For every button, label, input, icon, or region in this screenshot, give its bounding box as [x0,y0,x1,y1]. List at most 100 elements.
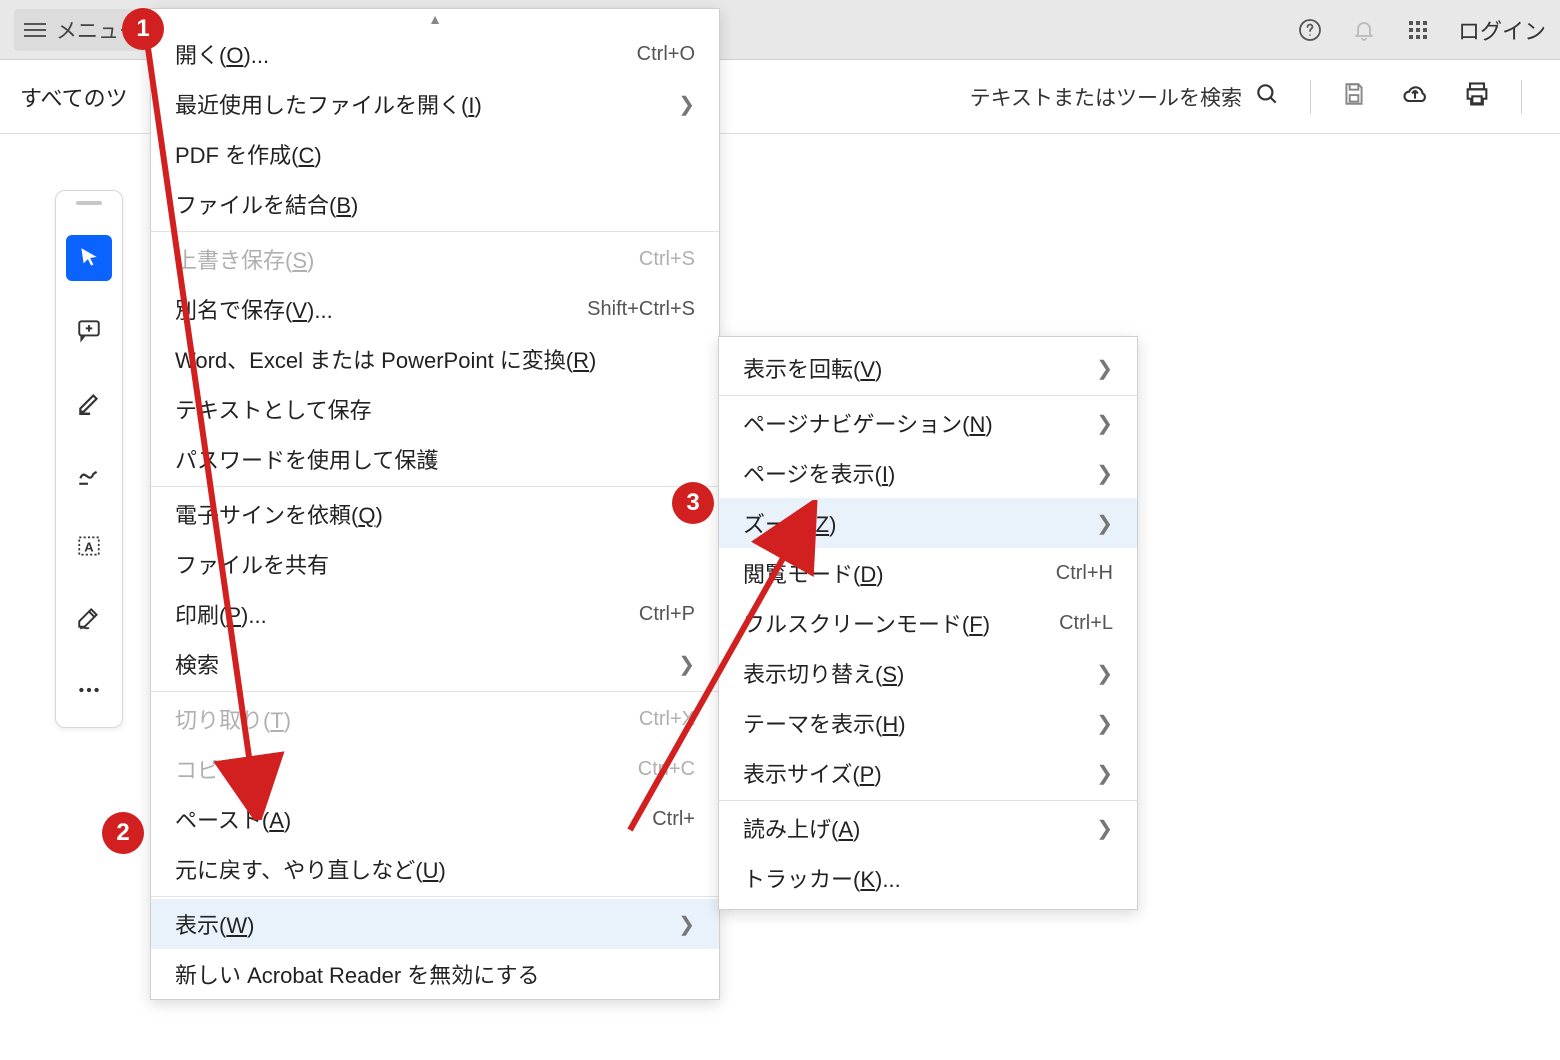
submenu-item-label: 表示切り替え(S) [743,657,904,689]
menu-separator [719,800,1137,801]
select-tool[interactable] [66,235,112,281]
submenu-item[interactable]: フルスクリーンモード(F) Ctrl+L [719,598,1137,648]
save-icon[interactable] [1341,81,1367,113]
menu-separator [719,395,1137,396]
chevron-right-icon: ❯ [1096,711,1113,736]
submenu-item[interactable]: ズーム(Z) ❯ [719,498,1137,548]
submenu-item[interactable]: テーマを表示(H) ❯ [719,698,1137,748]
submenu-item[interactable]: 表示切り替え(S) ❯ [719,648,1137,698]
chevron-right-icon: ❯ [1096,661,1113,686]
menu-item-label: 上書き保存(S) [175,243,314,275]
menu-item[interactable]: ペースト(A) Ctrl+ [151,794,719,844]
menu-item-label: コピー [175,753,241,785]
sign-tool[interactable] [66,595,112,641]
menu-item: コピー Ctrl+C [151,744,719,794]
apps-grid-icon[interactable] [1404,16,1432,44]
rail-grip[interactable] [76,201,102,205]
help-icon[interactable] [1296,16,1324,44]
menu-item: 上書き保存(S)Ctrl+S [151,234,719,284]
submenu-item-label: テーマを表示(H) [743,707,906,739]
menu-item-label: ペースト(A) [175,803,291,835]
menu-item[interactable]: ファイルを共有 [151,539,719,589]
submenu-item[interactable]: トラッカー(K)... [719,853,1137,903]
menu-item[interactable]: 元に戻す、やり直しなど(U) [151,844,719,894]
annotation-badge-1: 1 [122,8,164,50]
submenu-item-label: トラッカー(K)... [743,862,901,894]
menu-item-shortcut: Ctrl+P [639,603,695,626]
annotation-badge-2: 2 [102,812,144,854]
cloud-upload-icon[interactable] [1401,80,1429,114]
menu-item[interactable]: ファイルを結合(B) [151,179,719,229]
menu-item[interactable]: 開く(O)...Ctrl+O [151,29,719,79]
search-icon[interactable] [1254,81,1280,113]
menu-scroll-up-arrow[interactable]: ▲ [151,9,719,29]
menu-item-shortcut: Ctrl+X [639,708,695,731]
menu-item-label: ファイルを結合(B) [175,188,358,220]
menu-item[interactable]: 印刷(P)... Ctrl+P [151,589,719,639]
submenu-item-label: 閲覧モード(D) [743,557,884,589]
menu-item-label: パスワードを使用して保護 [175,443,438,475]
menu-item-label: 新しい Acrobat Reader を無効にする [175,958,540,990]
all-tools-label[interactable]: すべてのツ [20,81,128,113]
hamburger-icon [24,23,46,37]
main-menu-dropdown: ▲ 開く(O)...Ctrl+O 最近使用したファイルを開く(I) ❯ PDF を作成… [150,8,720,1000]
menu-separator [151,231,719,232]
menu-item[interactable]: PDF を作成(C) [151,129,719,179]
chevron-right-icon: ❯ [1096,761,1113,786]
menu-item[interactable]: 検索 ❯ [151,639,719,689]
menu-item[interactable]: テキストとして保存 [151,384,719,434]
submenu-item[interactable]: 閲覧モード(D) Ctrl+H [719,548,1137,598]
menu-item-label: 最近使用したファイルを開く(I) [175,88,482,120]
chevron-right-icon: ❯ [1096,511,1113,536]
chevron-right-icon: ❯ [678,652,695,677]
menu-item-label: 表示(W) [175,908,254,940]
separator [1310,80,1311,114]
view-submenu: 表示を回転(V) ❯ ページナビゲーション(N)❯ ページを表示(I) ❯ ズーム(Z) ❯… [718,336,1138,910]
login-link[interactable]: ログイン [1458,14,1546,46]
chevron-right-icon: ❯ [1096,356,1113,381]
submenu-item[interactable]: ページナビゲーション(N)❯ [719,398,1137,448]
more-tools[interactable] [66,667,112,713]
menu-item[interactable]: 別名で保存(V)...Shift+Ctrl+S [151,284,719,334]
submenu-item-label: フルスクリーンモード(F) [743,607,990,639]
menu-item-shortcut: Ctrl+O [637,43,695,66]
draw-tool[interactable] [66,451,112,497]
menu-separator [151,896,719,897]
submenu-item-label: ズーム(Z) [743,507,836,539]
submenu-item-shortcut: Ctrl+L [1059,612,1113,635]
title-bar-right: ログイン [1296,14,1546,46]
menu-item[interactable]: 電子サインを依頼(Q) [151,489,719,539]
menu-item-label: 検索 [175,648,219,680]
bell-icon[interactable] [1350,16,1378,44]
menu-item-label: 電子サインを依頼(Q) [175,498,383,530]
search-area: テキストまたはツールを検索 [970,80,1540,114]
highlight-tool[interactable] [66,379,112,425]
menu-item-shortcut: Ctrl+C [638,758,695,781]
submenu-item-label: 表示を回転(V) [743,352,882,384]
submenu-item[interactable]: ページを表示(I) ❯ [719,448,1137,498]
submenu-item-label: 読み上げ(A) [743,812,860,844]
chevron-right-icon: ❯ [678,92,695,117]
submenu-item[interactable]: 表示サイズ(P)❯ [719,748,1137,798]
menu-item-shortcut: Ctrl+ [652,808,695,831]
menu-item[interactable]: 新しい Acrobat Reader を無効にする [151,949,719,999]
doc-action-icons [1341,80,1491,114]
menu-item[interactable]: パスワードを使用して保護 [151,434,719,484]
search-placeholder[interactable]: テキストまたはツールを検索 [970,82,1242,112]
submenu-item[interactable]: 表示を回転(V) ❯ [719,343,1137,393]
menu-item[interactable]: Word、Excel または PowerPoint に変換(R) [151,334,719,384]
text-select-tool[interactable]: A [66,523,112,569]
left-tool-rail: A [55,190,123,728]
menu-item: 切り取り(T)Ctrl+X [151,694,719,744]
menu-item-label: 印刷(P)... [175,598,267,630]
menu-item-label: Word、Excel または PowerPoint に変換(R) [175,343,596,375]
print-icon[interactable] [1463,80,1491,114]
submenu-item-label: ページを表示(I) [743,457,895,489]
submenu-item[interactable]: 読み上げ(A)❯ [719,803,1137,853]
chevron-right-icon: ❯ [1096,461,1113,486]
submenu-item-shortcut: Ctrl+H [1056,562,1113,585]
comment-tool[interactable] [66,307,112,353]
menu-item[interactable]: 最近使用したファイルを開く(I) ❯ [151,79,719,129]
menu-item-label: ファイルを共有 [175,548,329,580]
menu-item[interactable]: 表示(W)❯ [151,899,719,949]
